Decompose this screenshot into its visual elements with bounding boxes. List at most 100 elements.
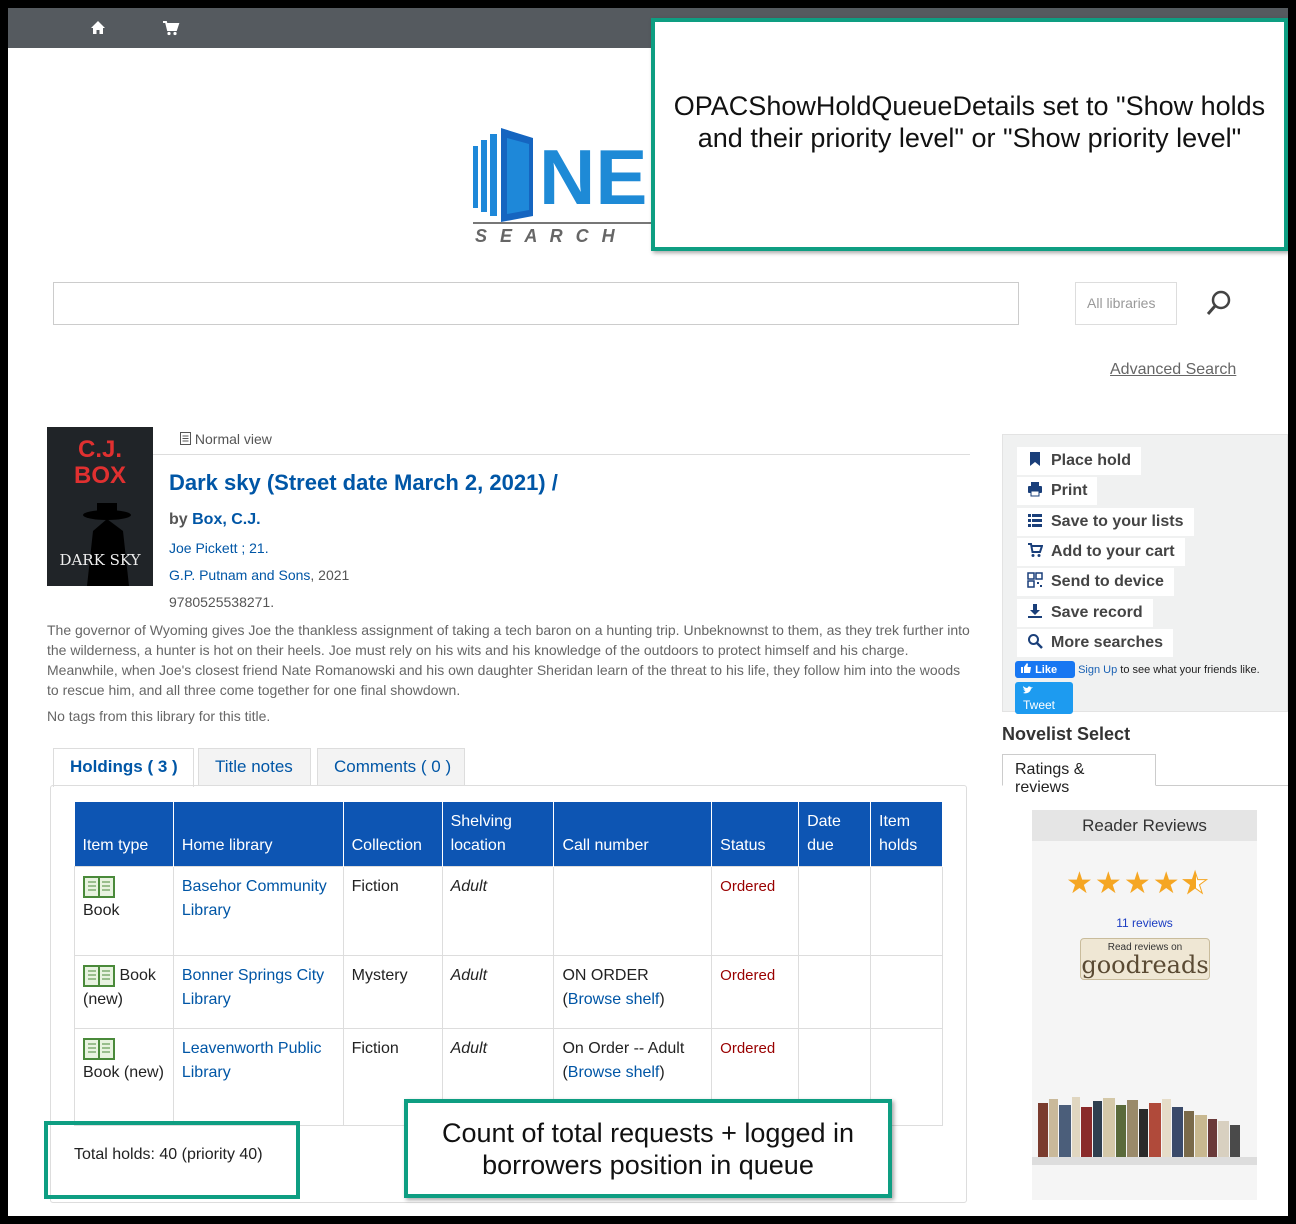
normal-view-label: Normal view bbox=[194, 431, 272, 447]
reviews-count-link[interactable]: 11 reviews bbox=[1032, 916, 1257, 930]
book-icon bbox=[83, 875, 115, 898]
col-date-due[interactable]: Date due bbox=[798, 802, 872, 867]
half-star-icon: ★★ bbox=[1181, 867, 1211, 901]
friends-text: to see what your friends like. bbox=[1117, 664, 1260, 676]
download-icon bbox=[1028, 604, 1042, 618]
save-to-lists-button[interactable]: Save to your lists bbox=[1017, 508, 1194, 536]
item-type-cell: Book (new) bbox=[74, 955, 174, 1029]
item-holds-cell bbox=[870, 866, 943, 956]
goodreads-logo: goodreads bbox=[1081, 951, 1209, 979]
add-to-cart-button[interactable]: Add to your cart bbox=[1017, 538, 1185, 566]
record-title: Dark sky (Street date March 2, 2021) / bbox=[169, 470, 558, 495]
save-to-lists-label: Save to your lists bbox=[1051, 513, 1184, 530]
col-item-type[interactable]: Item type bbox=[74, 802, 174, 867]
library-link[interactable]: Bonner Springs City Library bbox=[182, 967, 324, 1008]
divider bbox=[153, 454, 970, 455]
item-type-label: Book bbox=[83, 902, 120, 919]
location-cell: Adult bbox=[441, 866, 555, 956]
tab-comments[interactable]: Comments ( 0 ) bbox=[317, 748, 465, 786]
tab-holdings[interactable]: Holdings ( 3 ) bbox=[53, 748, 194, 787]
item-type-label: Book (new) bbox=[83, 1064, 164, 1081]
print-icon bbox=[1028, 482, 1042, 497]
col-collection[interactable]: Collection bbox=[343, 802, 443, 867]
isbn: 9780525538271. bbox=[169, 594, 275, 610]
tab-ratings-reviews[interactable]: Ratings & reviews bbox=[1002, 754, 1156, 796]
cart-icon bbox=[1028, 543, 1043, 557]
col-home-library[interactable]: Home library bbox=[173, 802, 344, 867]
library-link[interactable]: Basehor Community Library bbox=[182, 878, 327, 919]
logo-mark: NE bbox=[539, 133, 648, 221]
goodreads-button[interactable]: Read reviews on goodreads bbox=[1080, 938, 1210, 980]
book-cover[interactable]: C.J. BOX DARK SKY bbox=[47, 427, 153, 586]
advanced-search-link[interactable]: Advanced Search bbox=[1110, 361, 1236, 379]
page: NE S E A R C H All libraries Advanced Se… bbox=[8, 8, 1288, 1216]
publisher-line: G.P. Putnam and Sons, 2021 bbox=[169, 567, 349, 583]
print-button[interactable]: Print bbox=[1017, 477, 1098, 505]
status-cell: Ordered bbox=[711, 866, 800, 956]
star-rating: ★★★★★★ bbox=[1066, 866, 1211, 901]
browse-shelf-link[interactable]: Browse shelf bbox=[568, 991, 660, 1008]
callout-top: OPACShowHoldQueueDetails set to "Show ho… bbox=[651, 18, 1288, 251]
actions-sidebar: Place hold Print Save to your lists Add … bbox=[1002, 434, 1288, 714]
library-logo[interactable]: NE S E A R C H bbox=[471, 126, 661, 246]
qr-code-icon bbox=[1027, 572, 1043, 588]
facebook-like: Like Sign Up to see what your friends li… bbox=[1015, 661, 1260, 678]
normal-view-link[interactable]: Normal view bbox=[180, 431, 272, 447]
item-type-cell: Book bbox=[74, 866, 174, 956]
item-holds-cell bbox=[870, 955, 943, 1029]
like-button[interactable]: Like bbox=[1015, 661, 1075, 678]
callout-total-holds-highlight bbox=[44, 1121, 300, 1199]
status-label: Ordered bbox=[720, 878, 776, 895]
book-icon bbox=[83, 964, 115, 987]
signup-link[interactable]: Sign Up bbox=[1078, 664, 1117, 676]
table-row: Book (new) Bonner Springs City Library M… bbox=[74, 955, 943, 1029]
holdings-table: Item type Home library Collection Shelvi… bbox=[74, 802, 943, 1126]
col-item-holds[interactable]: Item holds bbox=[870, 802, 943, 867]
by-label: by bbox=[169, 511, 188, 528]
col-shelving-location[interactable]: Shelving location bbox=[442, 802, 555, 867]
print-label: Print bbox=[1051, 482, 1088, 499]
reader-reviews-title: Reader Reviews bbox=[1032, 810, 1257, 841]
search-icon[interactable] bbox=[1204, 288, 1234, 318]
table-header-row: Item type Home library Collection Shelvi… bbox=[74, 802, 943, 867]
item-type-cell: Book (new) bbox=[74, 1028, 174, 1126]
reader-reviews-widget: Reader Reviews ★★★★★★ 11 reviews Read re… bbox=[1032, 810, 1257, 1200]
save-record-button[interactable]: Save record bbox=[1017, 599, 1153, 627]
date-due-cell bbox=[798, 866, 872, 956]
collection-cell: Fiction bbox=[342, 866, 443, 956]
tweet-button[interactable]: Tweet bbox=[1015, 682, 1073, 714]
star-icon: ★ bbox=[1152, 867, 1182, 900]
more-searches-button[interactable]: More searches bbox=[1017, 629, 1174, 657]
tags-note: No tags from this library for this title… bbox=[47, 708, 271, 724]
search-input[interactable] bbox=[53, 282, 1019, 325]
call-number-cell: ON ORDER (Browse shelf) bbox=[553, 955, 713, 1029]
library-select[interactable]: All libraries bbox=[1075, 282, 1177, 325]
cart-icon[interactable] bbox=[161, 18, 181, 38]
tab-title-notes[interactable]: Title notes bbox=[198, 748, 311, 786]
author-link[interactable]: Box, C.J. bbox=[192, 511, 260, 528]
publisher-link[interactable]: G.P. Putnam and Sons bbox=[169, 567, 310, 583]
place-hold-label: Place hold bbox=[1051, 452, 1132, 469]
bookmark-icon bbox=[1030, 452, 1040, 466]
tweet-label: Tweet bbox=[1023, 698, 1056, 712]
like-label: Like bbox=[1035, 664, 1058, 676]
col-status[interactable]: Status bbox=[711, 802, 800, 867]
place-hold-button[interactable]: Place hold bbox=[1017, 447, 1142, 475]
send-to-device-label: Send to device bbox=[1051, 573, 1164, 590]
col-call-number[interactable]: Call number bbox=[553, 802, 713, 867]
search-icon bbox=[1028, 634, 1043, 649]
library-link[interactable]: Leavenworth Public Library bbox=[182, 1040, 322, 1081]
twitter-bird-icon bbox=[1023, 686, 1033, 694]
send-to-device-button[interactable]: Send to device bbox=[1017, 568, 1174, 596]
star-icon: ★ bbox=[1066, 867, 1095, 900]
browse-shelf-link[interactable]: Browse shelf bbox=[568, 1064, 660, 1081]
logo-subtitle: S E A R C H bbox=[475, 226, 619, 246]
books-illustration bbox=[1032, 1097, 1257, 1165]
more-searches-label: More searches bbox=[1051, 634, 1164, 651]
series-link[interactable]: Joe Pickett ; 21. bbox=[169, 540, 269, 556]
list-icon bbox=[1028, 514, 1042, 527]
home-icon[interactable] bbox=[88, 18, 108, 38]
novelist-title: Novelist Select bbox=[1002, 724, 1131, 744]
add-to-cart-label: Add to your cart bbox=[1051, 543, 1175, 560]
record-author: by Box, C.J. bbox=[169, 511, 261, 529]
